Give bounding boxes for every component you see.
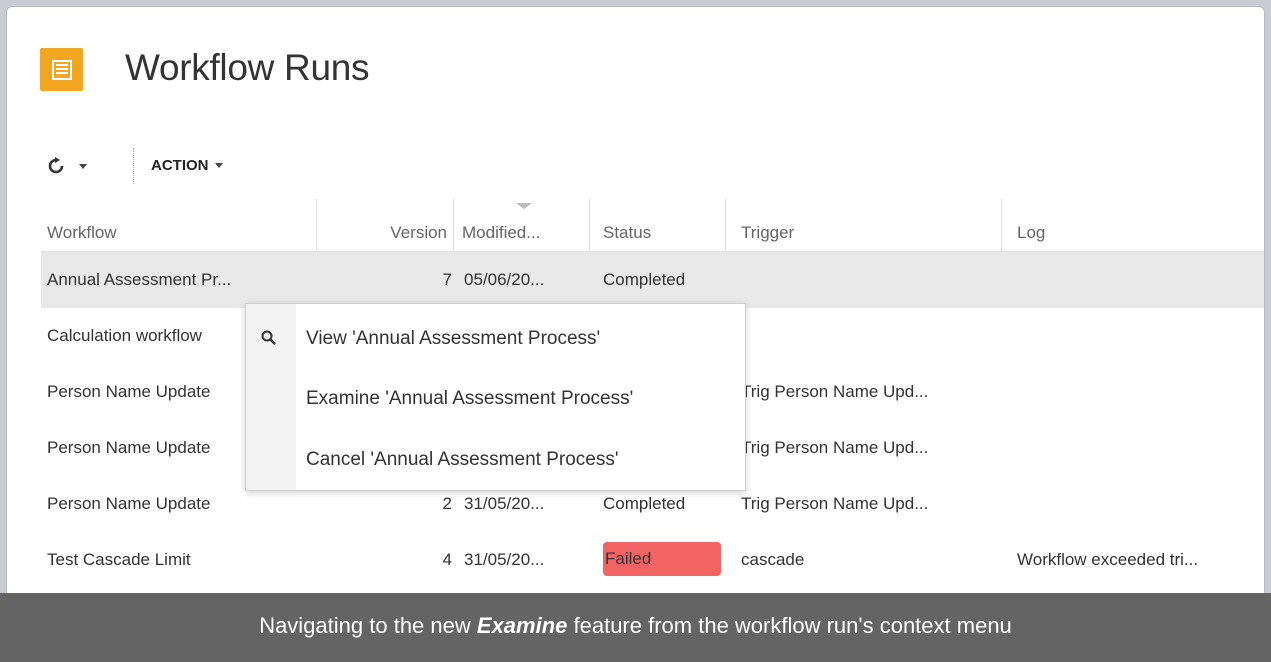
column-header-modified[interactable]: Modified... (454, 199, 590, 251)
refresh-icon (48, 157, 64, 174)
cell-version: 7 (442, 270, 452, 289)
chevron-down-icon (214, 163, 223, 168)
caption-text-before: Navigating to the new (259, 613, 477, 638)
caption-emphasis: Examine (476, 613, 568, 638)
menu-item-cancel[interactable]: Cancel 'Annual Assessment Process' (246, 432, 745, 488)
grid-header: Workflow Version Modified... Status Trig… (41, 199, 1264, 252)
cell-modified: 31/05/20... (464, 550, 545, 569)
menu-item-view[interactable]: View 'Annual Assessment Process' (246, 311, 745, 367)
menu-item-view-label: View 'Annual Assessment Process' (306, 328, 601, 349)
cell-status: Completed (603, 270, 686, 289)
toolbar-divider (133, 148, 134, 184)
column-header-modified-label: Modified... (462, 223, 541, 242)
search-icon (261, 330, 276, 345)
cell-workflow: Annual Assessment Pr... (47, 270, 232, 289)
menu-item-examine[interactable]: Examine 'Annual Assessment Process' (246, 371, 745, 427)
column-header-log[interactable]: Log (1002, 199, 1264, 251)
menu-item-examine-label: Examine 'Annual Assessment Process' (306, 388, 634, 409)
cell-modified: 05/06/20... (464, 270, 545, 289)
page-title: Workflow Runs (125, 47, 370, 88)
cell-workflow: Test Cascade Limit (47, 550, 191, 569)
context-menu: View 'Annual Assessment Process' Examine… (245, 303, 746, 491)
workflow-runs-app-icon (40, 48, 83, 91)
column-header-status[interactable]: Status (590, 199, 726, 251)
cell-log: Workflow exceeded tri... (1017, 550, 1199, 569)
cell-version: 4 (442, 550, 452, 569)
column-header-workflow[interactable]: Workflow (41, 199, 317, 251)
cell-log (1017, 252, 1264, 308)
table-row[interactable]: Annual Assessment Pr... 7 05/06/20... Co… (41, 252, 1264, 308)
cell-trigger (741, 252, 1011, 308)
column-header-version[interactable]: Version (317, 199, 454, 251)
cell-trigger: Trig Person Name Upd... (741, 382, 929, 401)
cell-trigger: Trig Person Name Upd... (741, 438, 929, 457)
chevron-down-icon (79, 163, 87, 169)
cell-trigger: Trig Person Name Upd... (741, 494, 929, 513)
status-badge-failed: Failed (603, 542, 721, 576)
action-dropdown-button[interactable]: ACTION (151, 157, 223, 174)
caption-banner: Navigating to the new Examine feature fr… (0, 593, 1271, 662)
cell-trigger: cascade (741, 550, 805, 569)
refresh-button[interactable] (47, 153, 107, 179)
table-row[interactable]: Test Cascade Limit 4 31/05/20... Failed … (41, 532, 1264, 588)
menu-item-cancel-label: Cancel 'Annual Assessment Process' (306, 449, 619, 470)
column-header-trigger[interactable]: Trigger (726, 199, 1002, 251)
action-label: ACTION (151, 157, 209, 174)
list-icon (51, 59, 72, 80)
caption-text-after: feature from the workflow run's context … (567, 613, 1012, 638)
sort-descending-icon (516, 203, 532, 209)
